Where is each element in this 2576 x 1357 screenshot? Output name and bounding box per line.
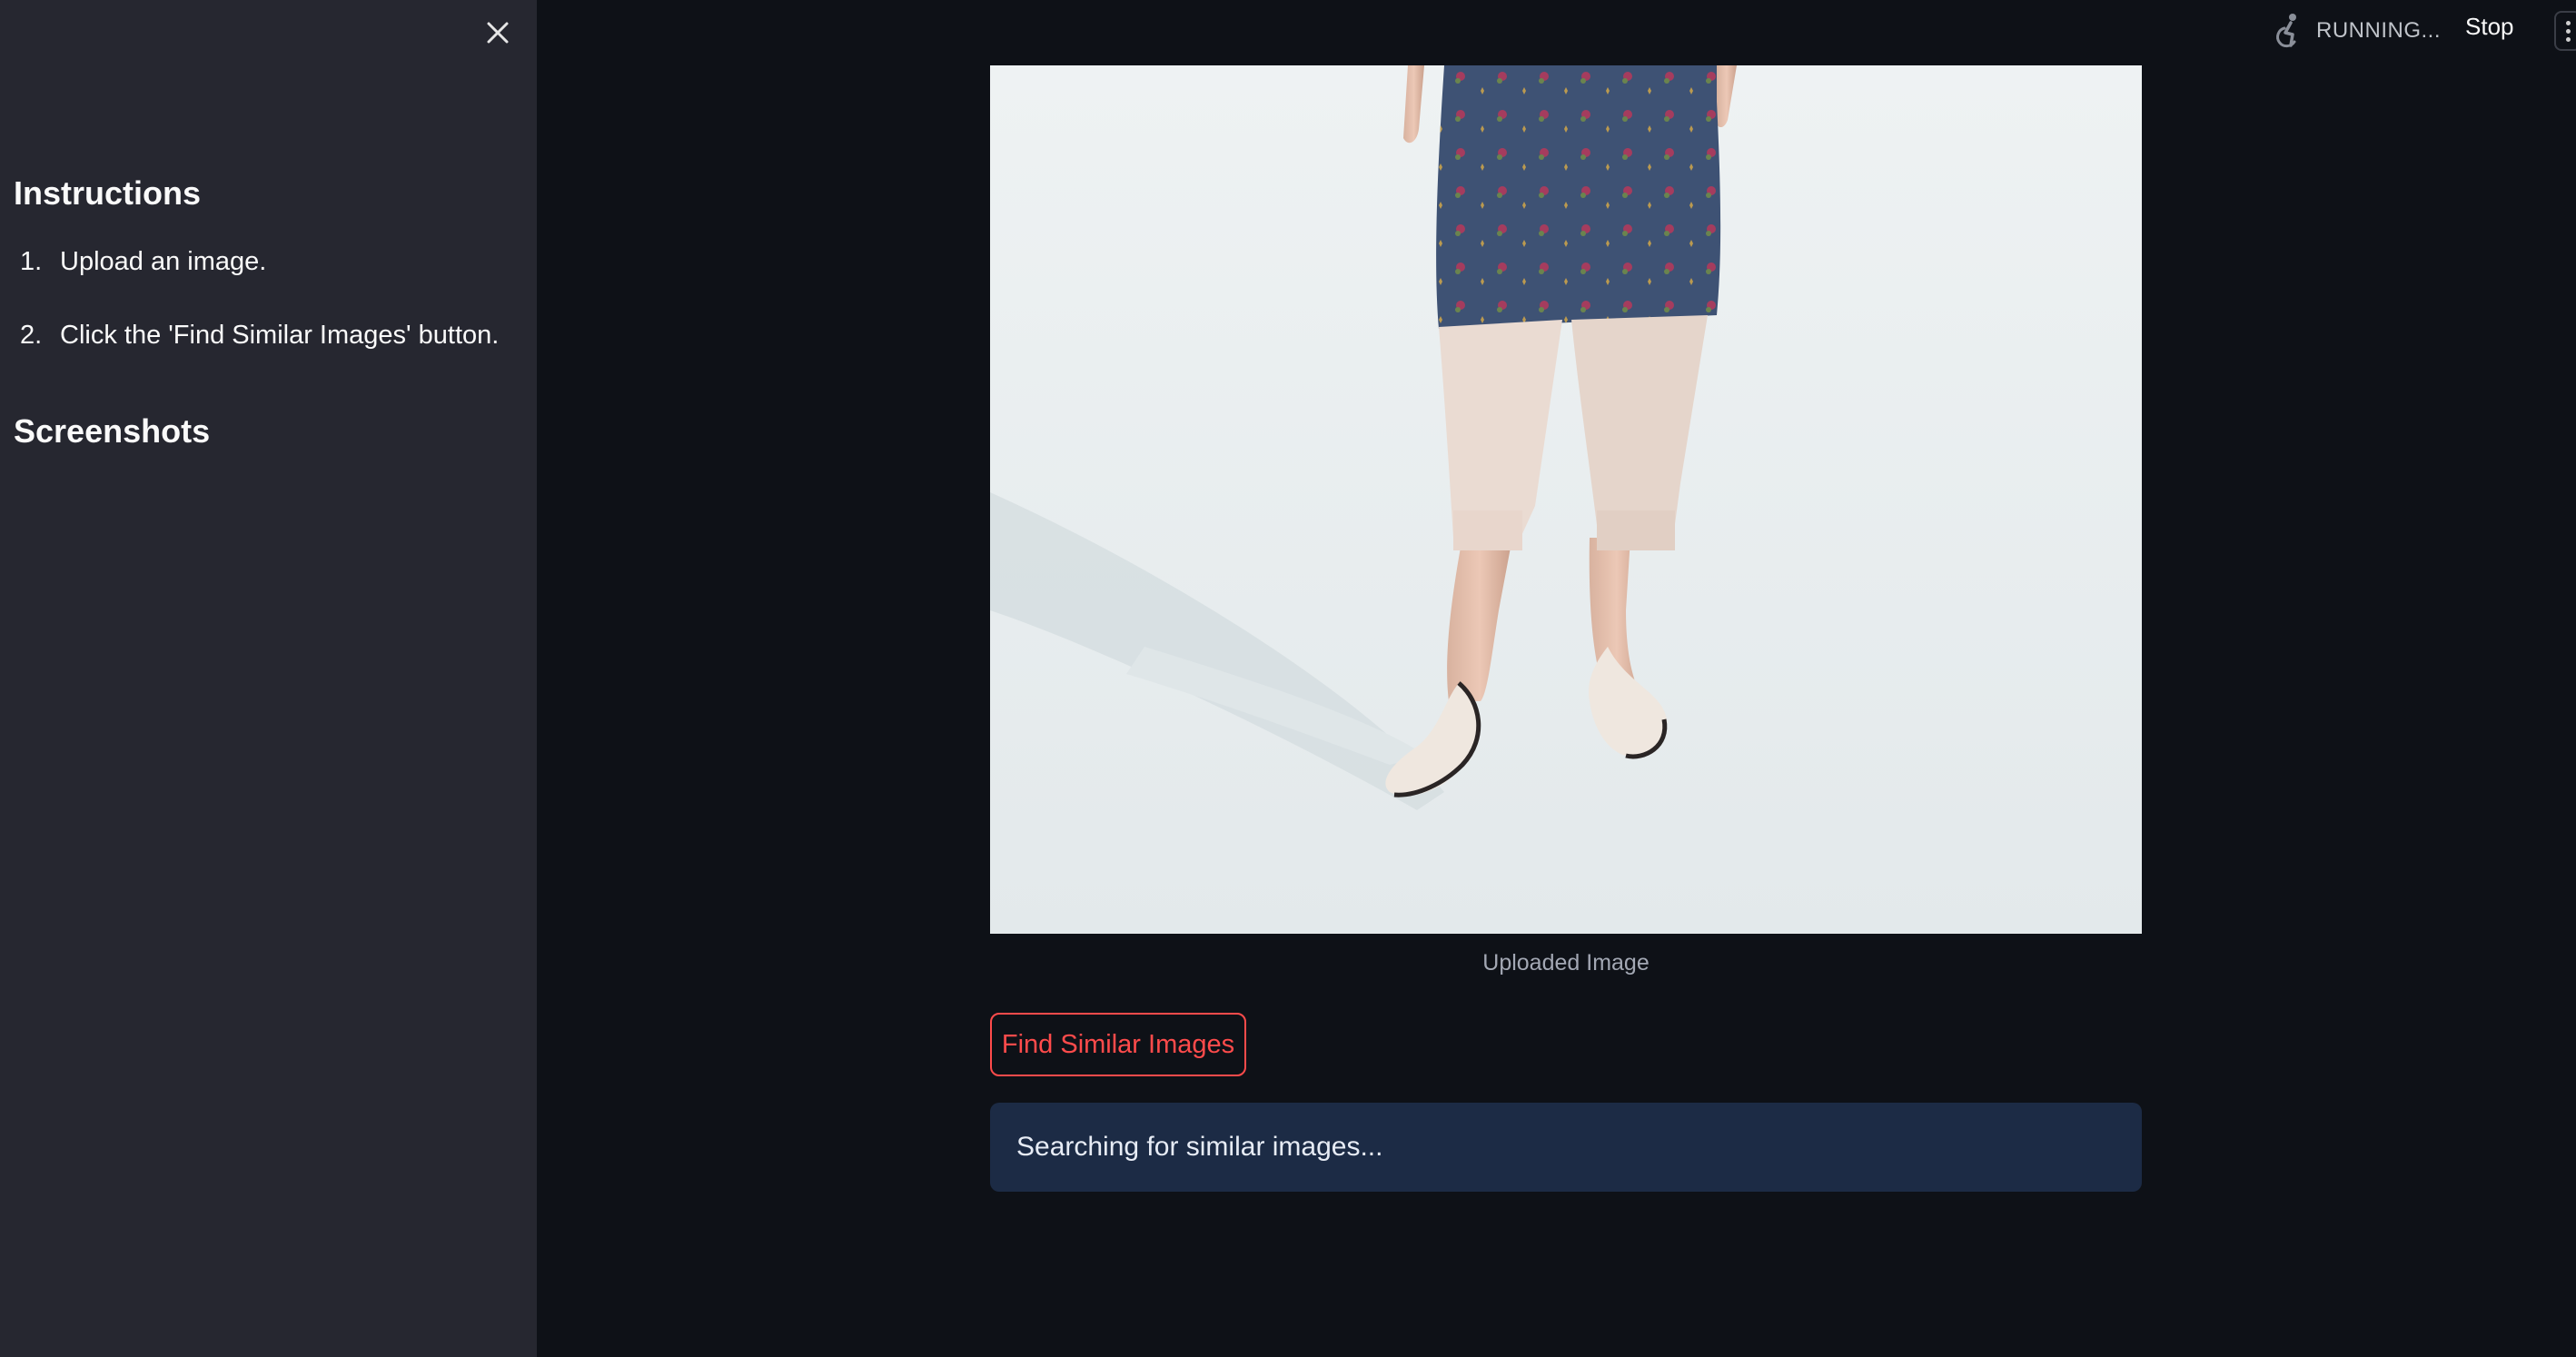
- instructions-heading: Instructions: [14, 174, 202, 212]
- menu-dot-icon: [2565, 28, 2571, 34]
- menu-dot-icon: [2565, 36, 2571, 42]
- list-item: 2. Click the 'Find Similar Images' butto…: [0, 321, 527, 357]
- info-alert: Searching for similar images...: [990, 1103, 2142, 1192]
- list-item-text: Click the 'Find Similar Images' button.: [60, 321, 500, 350]
- list-item-text: Upload an image.: [60, 247, 267, 276]
- running-person-icon: [2276, 14, 2296, 48]
- running-status: RUNNING...: [2271, 11, 2441, 51]
- image-caption: Uploaded Image: [1482, 950, 1650, 976]
- close-icon: [487, 22, 509, 44]
- status-text: RUNNING...: [2316, 18, 2441, 43]
- sidebar: Instructions 1. Upload an image. 2. Clic…: [0, 0, 537, 1357]
- list-item: 1. Upload an image.: [0, 247, 527, 283]
- product-photo: [990, 65, 2142, 934]
- menu-dot-icon: [2565, 20, 2571, 25]
- main-menu-button[interactable]: [2554, 11, 2576, 51]
- uploaded-image: [990, 65, 2142, 934]
- find-similar-images-button[interactable]: Find Similar Images: [990, 1013, 1246, 1076]
- info-message: Searching for similar images...: [1016, 1132, 1383, 1162]
- close-sidebar-button[interactable]: [480, 15, 516, 51]
- instructions-list: 1. Upload an image. 2. Click the 'Find S…: [0, 247, 527, 394]
- screenshots-heading: Screenshots: [14, 412, 211, 450]
- list-number: 2.: [20, 321, 43, 350]
- app-root: Instructions 1. Upload an image. 2. Clic…: [0, 0, 2576, 1357]
- stop-button[interactable]: Stop: [2465, 13, 2514, 41]
- list-number: 1.: [20, 247, 43, 276]
